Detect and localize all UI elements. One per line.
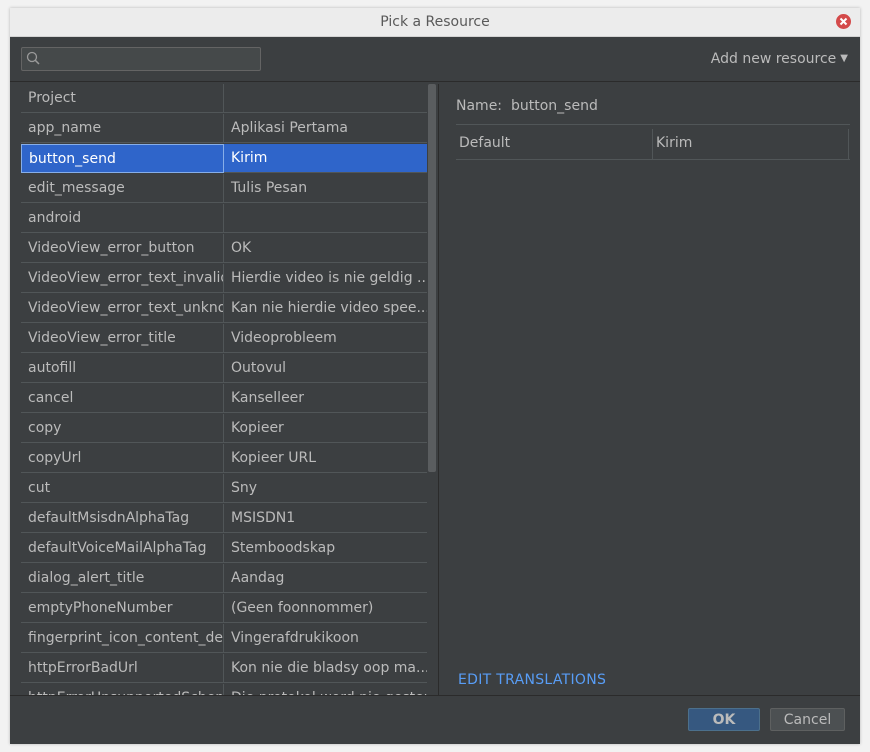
resource-value: Outovul: [224, 354, 427, 383]
resource-key: autofill: [21, 354, 224, 383]
resource-key: emptyPhoneNumber: [21, 594, 224, 623]
resource-value: Hierdie video is nie geldig ...: [224, 264, 427, 293]
resource-detail-panel: Name: button_send Default Kirim EDIT TRA…: [456, 84, 850, 696]
resource-key: VideoView_error_button: [21, 234, 224, 263]
table-row[interactable]: VideoView_error_title Videoprobleem: [21, 324, 427, 354]
table-row[interactable]: cancel Kanselleer: [21, 384, 427, 414]
resource-key: cut: [21, 474, 224, 503]
close-button[interactable]: [836, 14, 851, 29]
resource-value: MSISDN1: [224, 504, 427, 533]
name-value: button_send: [511, 98, 598, 114]
edit-translations-link[interactable]: EDIT TRANSLATIONS: [458, 672, 606, 688]
resource-value: Videoprobleem: [224, 324, 427, 353]
table-row[interactable]: autofill Outovul: [21, 354, 427, 384]
table-row[interactable]: VideoView_error_text_unknownKan nie hier…: [21, 294, 427, 324]
resource-value: Tulis Pesan: [224, 174, 427, 203]
resource-value: Kan nie hierdie video spee...: [224, 294, 427, 323]
footer-divider: [10, 695, 860, 696]
column-divider: [652, 129, 653, 159]
name-label: Name:: [456, 98, 503, 114]
resource-key: defaultMsisdnAlphaTag: [21, 504, 224, 533]
search-input[interactable]: [46, 50, 256, 69]
resource-key: Project: [21, 84, 224, 113]
toolbar-divider: [10, 81, 860, 82]
resource-key: dialog_alert_title: [21, 564, 224, 593]
resource-value: Sny: [224, 474, 427, 503]
table-row[interactable]: defaultMsisdnAlphaTag MSISDN1: [21, 504, 427, 534]
table-row[interactable]: emptyPhoneNumber (Geen foonnommer): [21, 594, 427, 624]
close-icon: [839, 17, 848, 26]
table-row[interactable]: defaultVoiceMailAlphaTag Stemboodskap: [21, 534, 427, 564]
resource-key: fingerprint_icon_content_description: [21, 624, 224, 653]
table-scrollbar[interactable]: [428, 84, 436, 696]
add-new-resource-label: Add new resource: [710, 51, 837, 67]
resource-value: (Geen foonnommer): [224, 594, 427, 623]
table-row[interactable]: android: [21, 204, 427, 234]
resource-value: Kopieer: [224, 414, 427, 443]
resource-table: Project app_name Aplikasi Pertama button_se…: [21, 84, 427, 696]
resource-value: [224, 84, 427, 113]
resource-value: Aplikasi Pertama: [224, 114, 427, 143]
table-row[interactable]: fingerprint_icon_content_descriptionVing…: [21, 624, 427, 654]
chevron-down-icon: ▼: [840, 53, 848, 64]
scrollbar-thumb[interactable]: [428, 84, 436, 472]
translation-row[interactable]: Default Kirim: [456, 129, 850, 160]
table-row[interactable]: cut Sny: [21, 474, 427, 504]
table-row[interactable]: app_name Aplikasi Pertama: [21, 114, 427, 144]
resource-key: app_name: [21, 114, 224, 143]
resource-key: VideoView_error_text_unknown: [21, 294, 224, 323]
resource-value: Stemboodskap: [224, 534, 427, 563]
resource-value: [224, 204, 427, 233]
table-row[interactable]: VideoView_error_text_invalid Hierdie vide…: [21, 264, 427, 294]
resource-key: VideoView_error_text_invalid: [21, 264, 224, 293]
detail-divider: [456, 124, 850, 125]
translation-locale: Default: [459, 135, 511, 151]
resource-value: Kirim: [224, 144, 427, 173]
resource-key: edit_message: [21, 174, 224, 203]
table-row[interactable]: httpErrorBadUrl Kon nie die bladsy oop ma…: [21, 654, 427, 684]
add-new-resource-dropdown[interactable]: Add new resource ▼: [711, 51, 848, 67]
column-divider: [848, 129, 849, 159]
ok-button[interactable]: OK: [688, 708, 760, 731]
table-group-header[interactable]: Project: [21, 84, 427, 114]
table-row[interactable]: copy Kopieer: [21, 414, 427, 444]
resource-value: Vingerafdrukikoon: [224, 624, 427, 653]
search-icon: [26, 51, 40, 65]
resource-key: VideoView_error_title: [21, 324, 224, 353]
pick-resource-dialog: Pick a Resource Add new resource ▼ Projec…: [10, 8, 860, 744]
resource-value: Kopieer URL: [224, 444, 427, 473]
table-row[interactable]: copyUrl Kopieer URL: [21, 444, 427, 474]
panel-divider[interactable]: [438, 84, 439, 696]
resource-value: Aandag: [224, 564, 427, 593]
resource-key: cancel: [21, 384, 224, 413]
resource-value: OK: [224, 234, 427, 263]
table-row[interactable]: edit_message Tulis Pesan: [21, 174, 427, 204]
resource-key: button_send: [21, 144, 224, 173]
resource-key: android: [21, 204, 224, 233]
table-row[interactable]: dialog_alert_title Aandag: [21, 564, 427, 594]
title-bar: Pick a Resource: [10, 8, 860, 37]
table-row[interactable]: VideoView_error_button OK: [21, 234, 427, 264]
cancel-button[interactable]: Cancel: [770, 708, 845, 731]
resource-value: Kon nie die bladsy oop ma...: [224, 654, 427, 683]
resource-key: httpErrorBadUrl: [21, 654, 224, 683]
resource-value: Kanselleer: [224, 384, 427, 413]
search-field[interactable]: [21, 47, 261, 71]
dialog-title: Pick a Resource: [380, 14, 490, 30]
resource-key: copyUrl: [21, 444, 224, 473]
resource-key: copy: [21, 414, 224, 443]
table-row[interactable]: button_send Kirim: [21, 144, 427, 174]
resource-key: defaultVoiceMailAlphaTag: [21, 534, 224, 563]
translation-value: Kirim: [656, 135, 693, 151]
